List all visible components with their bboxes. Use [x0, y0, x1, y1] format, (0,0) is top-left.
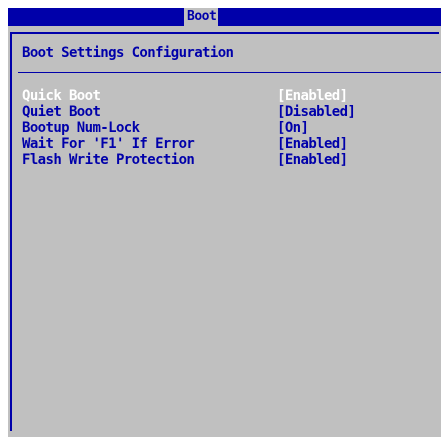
setting-name: Bootup Num-Lock	[22, 120, 140, 136]
divider	[18, 72, 441, 73]
setting-value[interactable]: [Enabled]	[277, 152, 348, 168]
setting-name: Quiet Boot	[22, 104, 101, 120]
title-bar	[8, 8, 441, 26]
setting-name: Quick Boot	[22, 88, 101, 104]
setting-row-flash-write-protection[interactable]: Flash Write Protection [Enabled]	[22, 152, 432, 168]
setting-name: Wait For 'F1' If Error	[22, 136, 195, 152]
setting-value[interactable]: [Enabled]	[277, 136, 348, 152]
setting-value[interactable]: [Enabled]	[277, 88, 348, 104]
setting-value[interactable]: [Disabled]	[277, 104, 356, 120]
tab-boot[interactable]: Boot	[184, 8, 219, 26]
setting-value[interactable]: [On]	[277, 120, 309, 136]
setting-row-quick-boot[interactable]: Quick Boot [Enabled]	[22, 88, 432, 104]
section-title: Boot Settings Configuration	[22, 45, 234, 61]
setting-row-quiet-boot[interactable]: Quiet Boot [Disabled]	[22, 104, 432, 120]
setting-row-bootup-num-lock[interactable]: Bootup Num-Lock [On]	[22, 120, 432, 136]
setting-name: Flash Write Protection	[22, 152, 195, 168]
setting-row-wait-for-f1[interactable]: Wait For 'F1' If Error [Enabled]	[22, 136, 432, 152]
